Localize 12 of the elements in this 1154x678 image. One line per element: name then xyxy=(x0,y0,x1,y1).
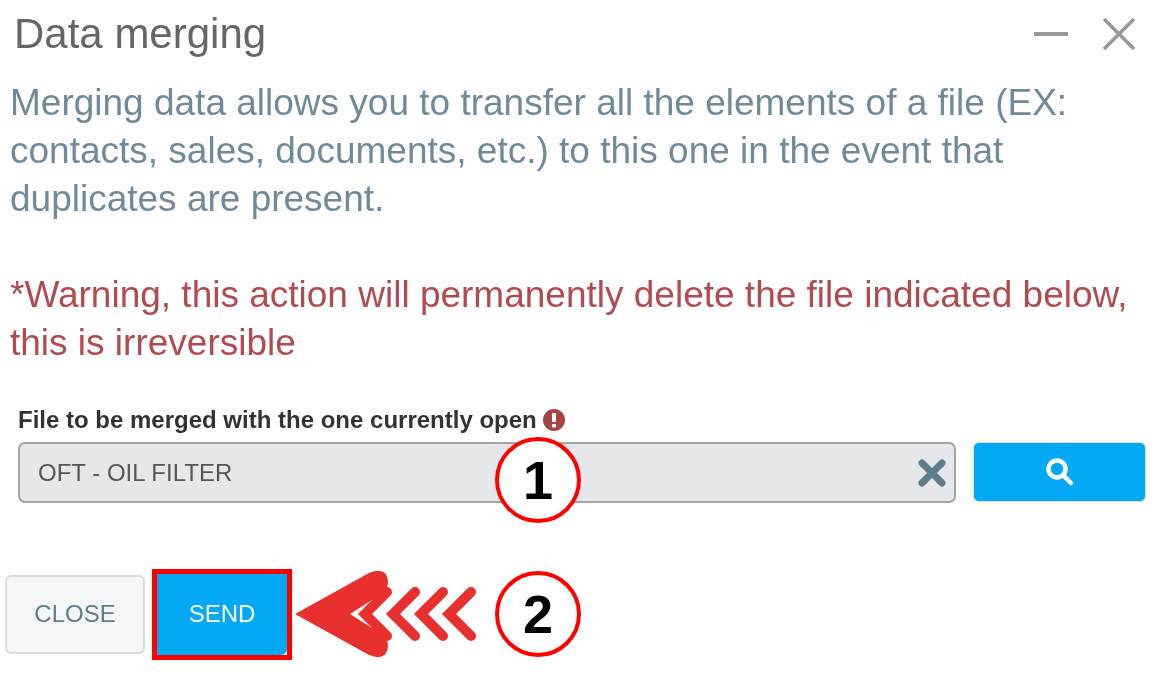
step-badge: 1 xyxy=(495,437,581,523)
send-button[interactable]: SEND xyxy=(157,573,287,655)
close-icon[interactable] xyxy=(1102,17,1136,51)
close-button[interactable]: CLOSE xyxy=(5,574,145,654)
step-badge: 2 xyxy=(495,571,581,657)
description-text: Merging data allows you to transfer all the elements of a file (EX: contacts, sales, documents, etc.) to this one in the event that duplicates are present. xyxy=(10,81,1069,221)
warning-text: *Warning, this action will permanently delete the file indicated below, this is irreversible xyxy=(10,273,1129,365)
search-icon xyxy=(1044,457,1075,487)
search-button[interactable] xyxy=(973,442,1146,502)
dialog-title: Data merging xyxy=(14,9,267,59)
field-label: File to be merged with the one currently open xyxy=(18,406,537,434)
clear-icon[interactable] xyxy=(918,459,946,487)
